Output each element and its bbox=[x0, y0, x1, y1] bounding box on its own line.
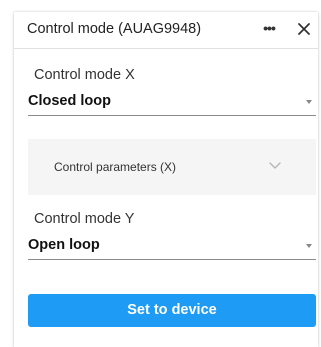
control-parameters-x-expander[interactable]: Control parameters (X) bbox=[28, 139, 316, 195]
control-mode-y-select[interactable]: Open loop bbox=[28, 237, 316, 260]
control-mode-x-label: Control mode X bbox=[34, 67, 135, 83]
close-icon bbox=[298, 23, 310, 35]
dropdown-caret-icon bbox=[306, 244, 312, 248]
dialog-header: Control mode (AUAG9948) ••• bbox=[14, 12, 318, 49]
dialog-title: Control mode (AUAG9948) bbox=[27, 21, 202, 37]
set-to-device-button[interactable]: Set to device bbox=[28, 294, 316, 327]
close-button[interactable] bbox=[293, 18, 315, 40]
more-menu-button[interactable]: ••• bbox=[258, 18, 280, 40]
control-mode-y-label: Control mode Y bbox=[34, 211, 135, 227]
control-mode-x-value: Closed loop bbox=[28, 93, 111, 109]
chevron-down-icon bbox=[269, 162, 281, 169]
dropdown-caret-icon bbox=[306, 100, 312, 104]
control-mode-y-value: Open loop bbox=[28, 237, 100, 253]
control-parameters-x-label: Control parameters (X) bbox=[54, 160, 177, 174]
control-mode-dialog: Control mode (AUAG9948) ••• Control mode… bbox=[14, 12, 318, 347]
control-mode-x-select[interactable]: Closed loop bbox=[28, 93, 316, 116]
